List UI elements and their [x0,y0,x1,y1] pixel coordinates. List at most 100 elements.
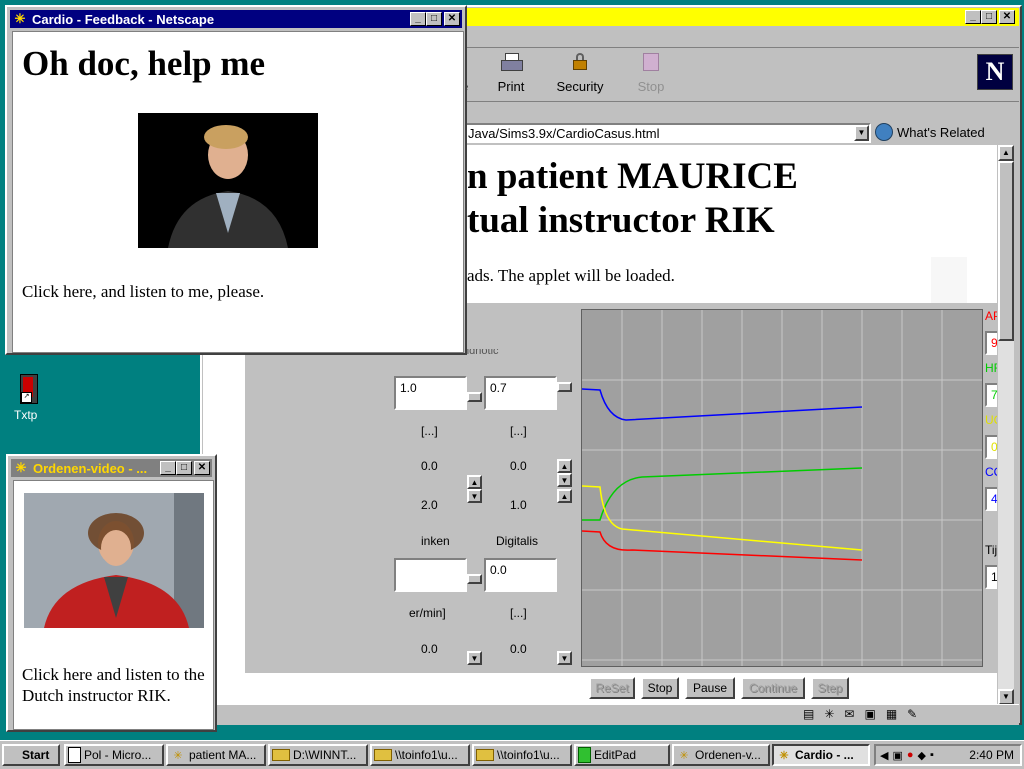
clock: 2:40 PM [969,748,1014,762]
series-co-line [582,388,863,421]
left-spin-down[interactable]: ▼ [467,489,482,503]
uo-label: UO [985,413,997,427]
left-value-2: 0.0 [421,459,438,473]
taskbar-item-ordenen[interactable]: ✳ Ordenen-v... [672,744,770,766]
series-hr-line [582,467,863,521]
feedback-content[interactable]: Oh doc, help me Click here, and listen t… [12,31,464,353]
instructor-portrait [24,493,204,628]
composer-icon[interactable]: ▦ [886,707,897,721]
tray-icon-5[interactable]: ▪ [930,749,934,761]
taskbar-item-cardio[interactable]: ✳ Cardio - ... [772,744,870,766]
digitalis-input[interactable]: 0.0 [484,558,557,592]
taskbar-label: patient MA... [189,748,257,762]
desktop-icon-label: Txtp [14,408,38,422]
minimize-button[interactable]: _ [160,461,176,475]
taskbar-item-pol[interactable]: Pol - Micro... [64,744,164,766]
minimize-button[interactable]: _ [410,12,426,26]
stop-button[interactable]: Stop [631,53,671,94]
globe-icon [875,123,893,141]
security-label: Security [556,79,604,94]
whats-related-button[interactable]: What's Related [875,123,985,141]
vertical-scrollbar[interactable]: ▲ ▼ [998,145,1014,705]
tray-icon-4[interactable]: ◆ [918,749,926,762]
tray-icon-3[interactable]: ● [907,749,914,761]
feedback-heading: Oh doc, help me [22,44,266,83]
right-slider-track[interactable] [557,359,572,669]
maximize-button[interactable]: □ [981,10,997,24]
start-label: Start [22,748,50,762]
right-value-3: 1.0 [510,498,527,512]
taskbar-item-patient[interactable]: ✳ patient MA... [166,744,266,766]
right-spin-down[interactable]: ▼ [557,473,572,487]
discussion-icon[interactable]: ▣ [864,707,875,721]
feedback-title: Cardio - Feedback - Netscape [32,11,215,27]
close-button[interactable]: ✕ [999,10,1015,24]
right-slider-thumb[interactable] [557,382,572,392]
left-spin-down-2[interactable]: ▼ [467,651,482,665]
taskbar-item-winnt[interactable]: D:\WINNT... [268,744,368,766]
maximize-button[interactable]: □ [426,12,442,26]
instructor-video[interactable] [24,493,204,628]
page-heading-line1: n patient MAURICE [467,156,798,197]
stop-label: Stop [637,79,665,94]
left-param-input[interactable]: 1.0 [394,376,467,410]
step-button[interactable]: Step [811,677,849,699]
address-text: Java/Sims3.9x/CardioCasus.html [468,126,660,141]
continue-button[interactable]: Continue [741,677,805,699]
folder-icon [374,749,392,761]
chart-plot [581,309,983,667]
edit-icon[interactable]: ✎ [907,707,917,721]
right-spin-up[interactable]: ▲ [557,459,572,473]
hr-value: 77.35 [985,383,997,407]
left-slider-track[interactable] [467,359,482,669]
reset-button[interactable]: ReSet [589,677,635,699]
minimize-button[interactable]: _ [965,10,981,24]
mail-icon[interactable]: ✉ [844,707,854,721]
taskbar-label: EditPad [594,748,637,762]
left-ellipsis: [...] [421,424,438,438]
right-value-4: 0.0 [510,642,527,656]
scroll-up-button[interactable]: ▲ [998,145,1014,161]
video-title: Ordenen-video - ... [33,460,148,476]
desktop-icon-txtp[interactable]: ↗ Txtp [14,374,44,424]
maximize-button[interactable]: □ [176,461,192,475]
network-icon[interactable]: ▣ [892,749,902,762]
chart-grid [582,310,982,666]
right-value-2: 0.0 [510,459,527,473]
taskbar-label: D:\WINNT... [293,748,357,762]
video-text[interactable]: Click here and listen to the Dutch instr… [22,664,207,706]
security-button[interactable]: Security [551,53,609,94]
right-param-input[interactable]: 0.7 [484,376,557,410]
left-slider-thumb[interactable] [467,392,482,402]
netscape-icon: ✳ [679,749,689,762]
shortcut-icon: ↗ [20,374,38,404]
feedback-window: ✳ Cardio - Feedback - Netscape _ □ ✕ Oh … [5,5,467,355]
left-header: inken [421,534,450,548]
taskbar-label: Cardio - ... [795,748,854,762]
feedback-text[interactable]: Click here, and listen to me, please. [22,282,264,302]
netscape-small-icon: ✳ [14,11,26,26]
left-spin-up[interactable]: ▲ [467,475,482,489]
windows-logo-icon [6,749,19,762]
taskbar-item-toinfo1-b[interactable]: \\toinfo1\u... [472,744,572,766]
patient-video[interactable] [138,113,318,248]
start-button[interactable]: Start [2,744,60,766]
speaker-icon[interactable]: ◀ [880,749,888,762]
scroll-thumb[interactable] [998,161,1014,341]
left-param-input-2[interactable] [394,558,467,592]
ap-label: AP [985,309,997,323]
right-spin-down-2[interactable]: ▼ [557,651,572,665]
taskbar-item-toinfo1-a[interactable]: \\toinfo1\u... [370,744,470,766]
address-dropdown-button[interactable]: ▼ [854,125,869,141]
pause-button[interactable]: Pause [685,677,735,699]
print-button[interactable]: Print [491,53,531,94]
left-slider-thumb-2[interactable] [467,574,482,584]
taskbar-item-editpad[interactable]: EditPad [574,744,670,766]
close-button[interactable]: ✕ [194,461,210,475]
close-button[interactable]: ✕ [444,12,460,26]
video-content[interactable]: Click here and listen to the Dutch instr… [13,480,214,730]
right-spin-up-2[interactable]: ▲ [557,489,572,503]
scroll-down-button[interactable]: ▼ [998,689,1014,705]
applet-stop-button[interactable]: Stop [641,677,679,699]
video-window: ✳ Ordenen-video - ... _ □ ✕ Click here a… [6,454,217,732]
